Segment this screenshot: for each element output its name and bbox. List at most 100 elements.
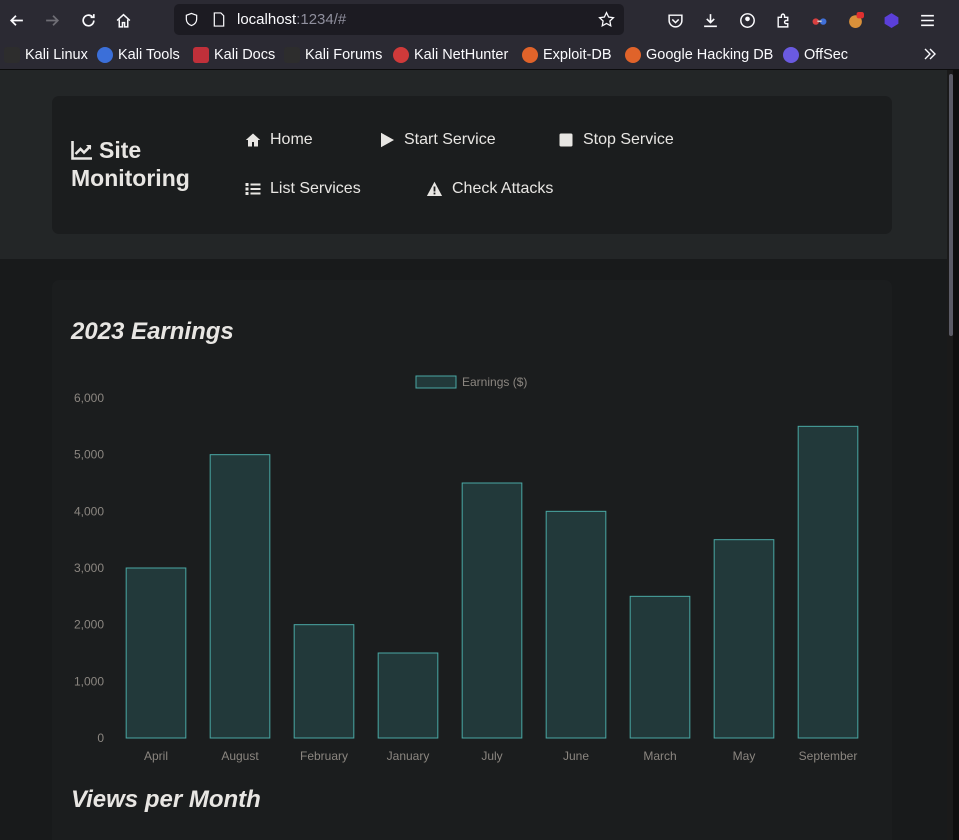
account-button[interactable]: [733, 6, 761, 34]
side-terminal-strip: [953, 70, 959, 840]
bookmark-kali-docs[interactable]: Kali Docs: [193, 46, 275, 64]
url-text[interactable]: localhost:1234/#: [237, 11, 346, 28]
bookmark-kali-linux[interactable]: Kali Linux: [4, 46, 88, 64]
views-title: Views per Month: [71, 786, 261, 813]
nav-home[interactable]: Home: [245, 131, 313, 149]
legend-swatch: [415, 375, 457, 389]
offsec-icon: [783, 47, 799, 63]
kali-docs-icon: [193, 47, 209, 63]
exploit-db-icon: [522, 47, 538, 63]
bookmark-label: Google Hacking DB: [646, 47, 774, 63]
pocket-button[interactable]: [661, 6, 689, 34]
forward-button[interactable]: [38, 6, 66, 34]
bar: [125, 567, 187, 739]
site-brand[interactable]: Site Monitoring: [71, 136, 190, 192]
account-icon: [739, 12, 755, 28]
bookmark-label: Kali NetHunter: [414, 47, 509, 63]
x-tick-label: February: [300, 749, 348, 763]
star-icon[interactable]: [598, 11, 615, 28]
nav-check-attacks[interactable]: Check Attacks: [426, 180, 553, 198]
bookmark-kali-tools[interactable]: Kali Tools: [97, 46, 180, 64]
bar: [461, 482, 523, 739]
shield-icon: [185, 12, 198, 27]
menu-button[interactable]: [913, 6, 941, 34]
chevrons-right-icon: [924, 48, 936, 60]
downloads-button[interactable]: [696, 6, 724, 34]
bookmarks-overflow-button[interactable]: [922, 45, 938, 63]
bar: [377, 652, 439, 739]
nethunter-icon: [393, 47, 409, 63]
nav-start-service-label: Start Service: [404, 131, 496, 148]
download-icon: [703, 13, 717, 27]
nav-list-services[interactable]: List Services: [245, 180, 361, 198]
bookmark-google-hacking-db[interactable]: Google Hacking DB: [625, 46, 773, 64]
cookie-icon: [848, 11, 864, 28]
x-tick-label: August: [221, 749, 259, 763]
bookmarks-bar: Kali Linux Kali Tools Kali Docs Kali For…: [0, 40, 959, 70]
bookmark-exploit-db[interactable]: Exploit-DB: [522, 46, 612, 64]
glasses-icon: [812, 17, 826, 25]
x-tick-label: May: [733, 749, 756, 763]
x-tick-label: September: [799, 749, 858, 763]
extensions-button[interactable]: [769, 6, 797, 34]
kali-tools-icon: [97, 47, 113, 63]
url-bar[interactable]: localhost:1234/#: [174, 4, 624, 35]
url-host: localhost: [237, 11, 297, 28]
y-tick-label: 6,000: [74, 391, 104, 405]
bookmark-kali-nethunter[interactable]: Kali NetHunter: [393, 46, 508, 64]
home-icon: [245, 133, 261, 147]
y-tick-label: 4,000: [74, 504, 104, 518]
reload-icon: [81, 13, 95, 27]
y-tick-label: 3,000: [74, 561, 104, 575]
cube-icon: [884, 12, 898, 28]
y-tick-label: 2,000: [74, 618, 104, 632]
page-icon: [213, 12, 225, 27]
y-tick-label: 5,000: [74, 448, 104, 462]
x-tick-label: March: [643, 749, 676, 763]
bar: [209, 454, 271, 739]
home-outline-icon: [116, 13, 130, 28]
url-path: :1234/#: [296, 11, 347, 28]
bookmark-label: Kali Forums: [305, 47, 383, 63]
chart-line-icon: [71, 141, 92, 160]
kali-dragon-icon: [4, 47, 20, 63]
bookmark-label: Kali Tools: [118, 47, 180, 63]
warning-icon: [426, 181, 443, 196]
pocket-icon: [667, 13, 683, 28]
extension-glasses-button[interactable]: [805, 6, 833, 34]
nav-stop-service-label: Stop Service: [583, 131, 674, 148]
extension-cookie-button[interactable]: [841, 6, 869, 34]
nav-start-service[interactable]: Start Service: [379, 131, 496, 149]
bookmark-label: Kali Linux: [25, 47, 88, 63]
bar: [293, 624, 355, 739]
back-button[interactable]: [2, 6, 30, 34]
bar: [713, 539, 775, 739]
page-viewport: Site Monitoring Home Start Service Stop …: [0, 70, 947, 840]
content-card: 2023 Earnings 0 1,000 2,000 3,000 4,000 5,000…: [52, 280, 892, 840]
bar: [797, 425, 859, 739]
list-icon: [245, 183, 261, 195]
arrow-left-icon: [9, 14, 23, 26]
brand-line-1: Site: [99, 137, 142, 163]
browser-toolbar: localhost:1234/#: [0, 0, 959, 40]
legend-label: Earnings ($): [462, 375, 527, 389]
bookmark-label: Kali Docs: [214, 47, 276, 63]
bar: [545, 510, 607, 739]
bookmark-offsec[interactable]: OffSec: [783, 46, 848, 64]
bookmark-kali-forums[interactable]: Kali Forums: [284, 46, 382, 64]
y-tick-label: 0: [97, 731, 104, 745]
puzzle-icon: [776, 13, 788, 28]
brand-line-2: Monitoring: [71, 165, 190, 191]
nav-list-services-label: List Services: [270, 180, 361, 197]
x-tick-label: July: [481, 749, 502, 763]
hamburger-icon: [920, 14, 934, 26]
kali-forums-icon: [284, 47, 300, 63]
x-tick-label: June: [563, 749, 589, 763]
home-button[interactable]: [109, 6, 137, 34]
reload-button[interactable]: [74, 6, 102, 34]
x-tick-label: January: [387, 749, 430, 763]
nav-stop-service[interactable]: Stop Service: [558, 131, 674, 149]
bookmark-label: Exploit-DB: [543, 47, 612, 63]
navbar: Site Monitoring Home Start Service Stop …: [52, 96, 892, 234]
extension-cube-button[interactable]: [877, 6, 905, 34]
